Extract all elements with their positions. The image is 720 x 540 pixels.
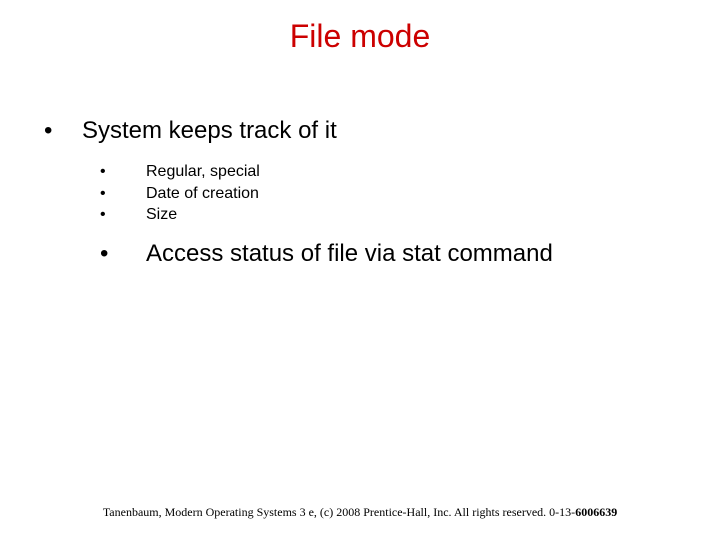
bullet-mark: • [98,161,146,183]
footer-isbn-tail: 6006639 [575,505,617,519]
footer: Tanenbaum, Modern Operating Systems 3 e,… [0,505,720,520]
slide-content: • System keeps track of it • Regular, sp… [0,55,720,268]
slide: File mode • System keeps track of it • R… [0,0,720,540]
sub-bullet: • Regular, special [98,161,668,183]
bullet-text: System keeps track of it [82,117,337,145]
bullet-text: Regular, special [146,161,260,183]
sub-bullets: • Regular, special • Date of creation • … [38,161,668,268]
sub-bullet-large: • Access status of file via stat command [98,240,668,268]
bullet-text: Size [146,204,177,226]
slide-title: File mode [0,18,720,55]
sub-bullet: • Date of creation [98,183,668,205]
bullet-mark: • [98,204,146,226]
bullet-mark: • [98,183,146,205]
sub-bullet: • Size [98,204,668,226]
spacer [98,226,668,240]
bullet-text: Access status of file via stat command [146,240,553,268]
bullet-text: Date of creation [146,183,259,205]
bullet-mark: • [98,240,146,268]
footer-text: Tanenbaum, Modern Operating Systems 3 e,… [103,505,575,519]
bullet-mark: • [38,117,82,145]
bullet-lvl1: • System keeps track of it [38,117,668,145]
